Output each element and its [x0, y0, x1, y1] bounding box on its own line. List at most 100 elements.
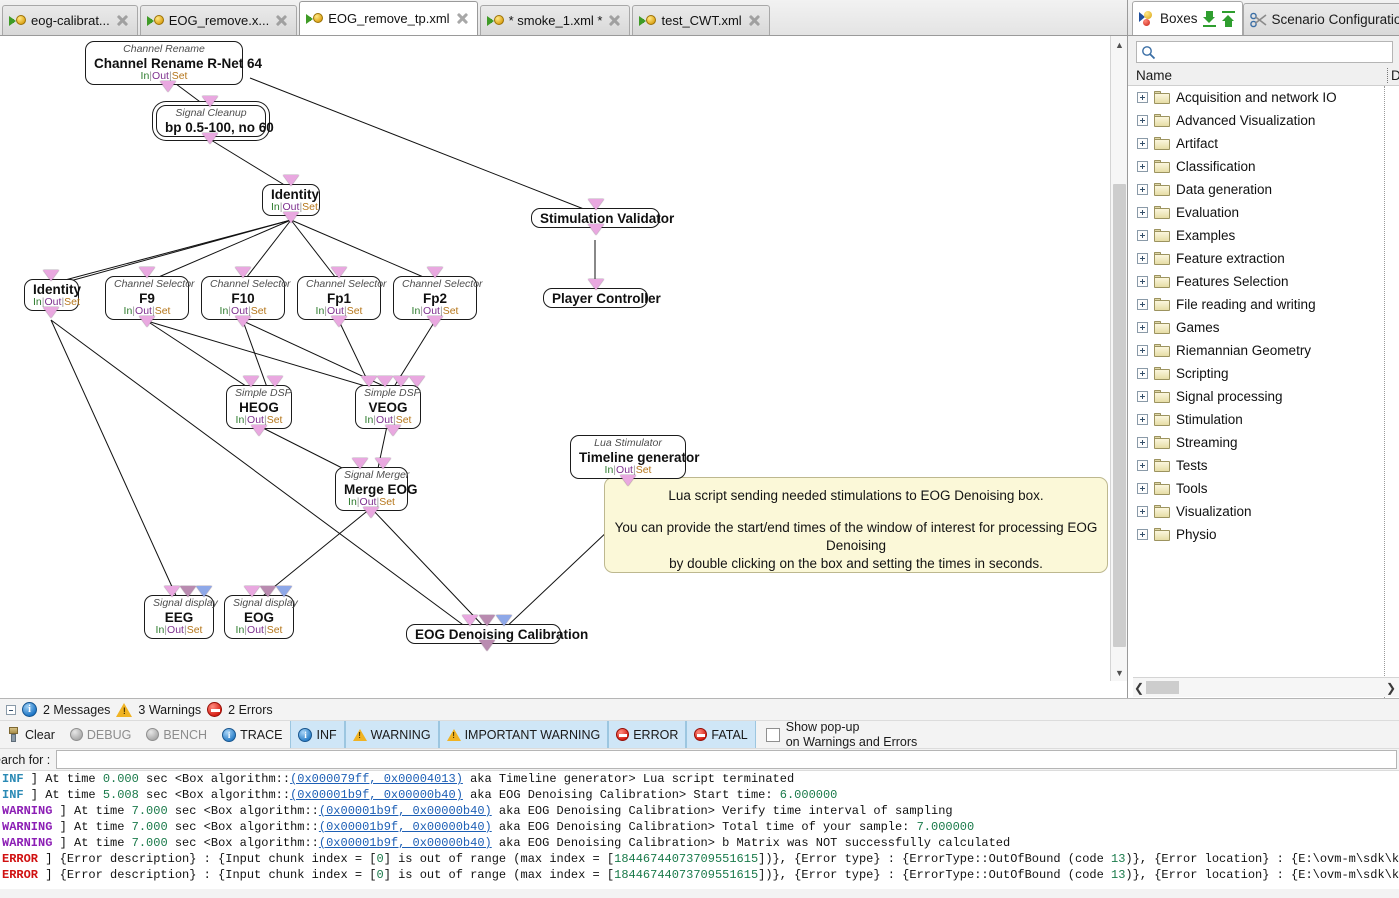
expand-icon[interactable] — [1137, 115, 1148, 126]
boxes-panel-horizontal-scrollbar[interactable]: ❮ ❯ — [1133, 677, 1399, 697]
graph-box-chsel_f9[interactable]: Channel Selector F9 In|Out|Set — [105, 276, 195, 320]
connector-input-playerctl[interactable] — [588, 279, 604, 290]
expand-icon[interactable] — [1137, 207, 1148, 218]
connector-input-eogcal[interactable] — [496, 615, 512, 626]
scenario-graph[interactable]: Lua script sending needed stimulations t… — [0, 36, 1110, 681]
graph-box-timeline[interactable]: Lua Stimulator Timeline generator In|Out|S… — [570, 435, 700, 479]
connector-input-veog[interactable] — [361, 376, 377, 387]
boxes-tree-item-examples[interactable]: Examples — [1128, 224, 1399, 247]
boxes-tree-item-tests[interactable]: Tests — [1128, 454, 1399, 477]
boxes-tree-item-scripting[interactable]: Scripting — [1128, 362, 1399, 385]
connector-input-chsel_fp2[interactable] — [427, 267, 443, 278]
document-tab-1[interactable]: EOG_remove.x... — [139, 5, 298, 35]
boxes-tree-item-file-reading-and-writing[interactable]: File reading and writing — [1128, 293, 1399, 316]
tab-scenario-configuration[interactable]: Scenario Configuration — [1242, 3, 1399, 35]
connector-output-veog[interactable] — [385, 425, 401, 436]
expand-icon[interactable] — [1137, 253, 1148, 264]
column-header-description[interactable]: D — [1387, 68, 1399, 83]
connector-input-chsel_f9[interactable] — [139, 267, 155, 278]
connector-input-merge[interactable] — [352, 458, 368, 469]
boxes-tree-item-feature-extraction[interactable]: Feature extraction — [1128, 247, 1399, 270]
graph-box-veog[interactable]: Simple DSP VEOG In|Out|Set — [355, 385, 421, 429]
expand-icon[interactable] — [1137, 345, 1148, 356]
log-box-identifier-link[interactable]: (0x000079ff, 0x00004013) — [290, 772, 463, 786]
expand-icon[interactable] — [1137, 391, 1148, 402]
console-filter-warning[interactable]: WARNING — [344, 721, 439, 748]
boxes-tree[interactable]: Acquisition and network IO Advanced Visua… — [1128, 86, 1399, 698]
console-filter-clear[interactable]: Clear — [0, 721, 63, 748]
expand-icon[interactable] — [1137, 299, 1148, 310]
boxes-tree-item-physio[interactable]: Physio — [1128, 523, 1399, 546]
connector-output-heog[interactable] — [251, 425, 267, 436]
scroll-left-arrow-right-panel[interactable]: ❮ — [1133, 679, 1145, 696]
connector-output-eogcal[interactable] — [479, 640, 495, 651]
upload-icon[interactable] — [1221, 10, 1236, 27]
boxes-tree-item-visualization[interactable]: Visualization — [1128, 500, 1399, 523]
connector-input-veog[interactable] — [393, 376, 409, 387]
connector-input-stimval[interactable] — [588, 199, 604, 210]
graph-box-playerctl[interactable]: Player Controller — [543, 288, 661, 309]
connector-input-eogcal[interactable] — [479, 615, 495, 626]
graph-box-chsel_fp1[interactable]: Channel Selector Fp1 In|Out|Set — [297, 276, 387, 320]
connector-output-chanrename[interactable] — [160, 81, 176, 92]
expand-icon[interactable] — [1137, 529, 1148, 540]
boxes-tree-item-acquisition-and-network-io[interactable]: Acquisition and network IO — [1128, 86, 1399, 109]
download-icon[interactable] — [1202, 10, 1217, 27]
connector-output-chsel_f10[interactable] — [235, 316, 251, 327]
connector-input-merge[interactable] — [375, 458, 391, 469]
console-filter-inf[interactable]: i INF — [290, 721, 345, 748]
boxes-tree-item-features-selection[interactable]: Features Selection — [1128, 270, 1399, 293]
connector-input-veog[interactable] — [409, 376, 425, 387]
expand-icon[interactable] — [1137, 322, 1148, 333]
log-box-identifier-link[interactable]: (0x00001b9f, 0x00000b40) — [319, 820, 492, 834]
connector-output-merge[interactable] — [363, 507, 379, 518]
boxes-tree-item-evaluation[interactable]: Evaluation — [1128, 201, 1399, 224]
connector-output-identity2[interactable] — [43, 307, 59, 318]
console-filter-important-warning[interactable]: IMPORTANT WARNING — [438, 721, 609, 748]
expand-icon[interactable] — [1137, 138, 1148, 149]
graph-box-chsel_fp2[interactable]: Channel Selector Fp2 In|Out|Set — [393, 276, 483, 320]
connector-output-chsel_fp1[interactable] — [331, 316, 347, 327]
tab-boxes[interactable]: Boxes — [1132, 1, 1243, 35]
connector-input-disp_eeg[interactable] — [196, 586, 212, 597]
connector-output-chsel_fp2[interactable] — [427, 316, 443, 327]
document-tab-4[interactable]: test_CWT.xml — [632, 5, 770, 35]
comment-note[interactable]: Lua script sending needed stimulations t… — [604, 477, 1108, 573]
connector-input-identity2[interactable] — [43, 270, 59, 281]
boxes-search-box[interactable] — [1136, 41, 1393, 63]
connector-output-cleanup[interactable] — [202, 133, 218, 144]
boxes-tree-item-data-generation[interactable]: Data generation — [1128, 178, 1399, 201]
boxes-tree-item-signal-processing[interactable]: Signal processing — [1128, 385, 1399, 408]
boxes-tree-item-advanced-visualization[interactable]: Advanced Visualization — [1128, 109, 1399, 132]
graph-box-chsel_f10[interactable]: Channel Selector F10 In|Out|Set — [201, 276, 291, 320]
scroll-up-arrow[interactable]: ▲ — [1111, 36, 1128, 53]
scroll-right-arrow-right-panel[interactable]: ❯ — [1385, 679, 1397, 696]
connector-input-heog[interactable] — [243, 376, 259, 387]
close-icon[interactable] — [455, 11, 470, 26]
log-box-identifier-link[interactable]: (0x00001b9f, 0x00000b40) — [290, 788, 463, 802]
connector-output-stimval[interactable] — [588, 224, 604, 235]
show-popup-checkbox[interactable] — [765, 727, 780, 742]
scroll-thumb-right-panel[interactable] — [1146, 681, 1179, 694]
connector-input-eogcal[interactable] — [462, 615, 478, 626]
expand-icon[interactable] — [1137, 483, 1148, 494]
connector-input-disp_eog[interactable] — [260, 586, 276, 597]
scroll-down-arrow[interactable]: ▼ — [1111, 664, 1128, 681]
console-search-input[interactable] — [57, 751, 1396, 768]
expand-icon[interactable] — [1137, 230, 1148, 241]
console-filter-debug[interactable]: DEBUG — [63, 721, 139, 748]
connector-input-chsel_fp1[interactable] — [331, 267, 347, 278]
expand-icon[interactable] — [1137, 437, 1148, 448]
graph-box-disp_eog[interactable]: Signal display EOG In|Out|Set — [224, 595, 298, 639]
boxes-tree-item-artifact[interactable]: Artifact — [1128, 132, 1399, 155]
connector-output-chsel_f9[interactable] — [139, 316, 155, 327]
console-filter-trace[interactable]: i TRACE — [215, 721, 290, 748]
boxes-tree-item-games[interactable]: Games — [1128, 316, 1399, 339]
boxes-tree-item-tools[interactable]: Tools — [1128, 477, 1399, 500]
connector-input-disp_eeg[interactable] — [164, 586, 180, 597]
document-tab-3[interactable]: * smoke_1.xml * — [479, 5, 631, 35]
expand-icon[interactable] — [1137, 414, 1148, 425]
connector-input-cleanup[interactable] — [202, 96, 218, 107]
canvas-vertical-scrollbar[interactable]: ▲ ▼ — [1110, 36, 1127, 681]
graph-box-heog[interactable]: Simple DSP HEOG In|Out|Set — [226, 385, 292, 429]
